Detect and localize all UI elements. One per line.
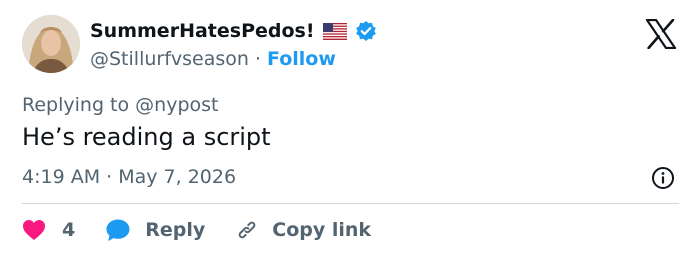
us-flag-icon	[322, 22, 347, 40]
divider	[22, 203, 679, 204]
copy-link-label: Copy link	[272, 219, 372, 241]
heart-icon	[23, 220, 45, 240]
reply-bubble-icon	[106, 219, 130, 241]
reply-button[interactable]: Reply	[105, 218, 205, 242]
like-button[interactable]: 4	[22, 219, 75, 241]
x-logo-icon[interactable]	[645, 18, 677, 50]
timestamp[interactable]: 4:19 AM · May 7, 2026	[22, 166, 236, 188]
info-icon[interactable]	[651, 166, 675, 190]
follow-button[interactable]: Follow	[267, 48, 336, 70]
action-bar: 4 Reply Copy link	[22, 214, 371, 246]
display-name[interactable]: SummerHatesPedos!	[90, 20, 315, 42]
copy-link-button[interactable]: Copy link	[235, 218, 371, 242]
link-icon	[238, 221, 256, 239]
tweet-text: He’s reading a script	[22, 123, 271, 151]
verified-badge-icon	[355, 20, 377, 42]
reply-label: Reply	[145, 219, 206, 241]
separator: ·	[254, 48, 261, 70]
handle[interactable]: @Stillurfvseason	[90, 48, 249, 70]
like-count: 4	[62, 219, 76, 241]
author-name-row: SummerHatesPedos!	[90, 20, 377, 42]
avatar[interactable]	[22, 15, 80, 73]
handle-row: @Stillurfvseason · Follow	[90, 48, 336, 70]
replying-to[interactable]: Replying to @nypost	[22, 94, 218, 116]
